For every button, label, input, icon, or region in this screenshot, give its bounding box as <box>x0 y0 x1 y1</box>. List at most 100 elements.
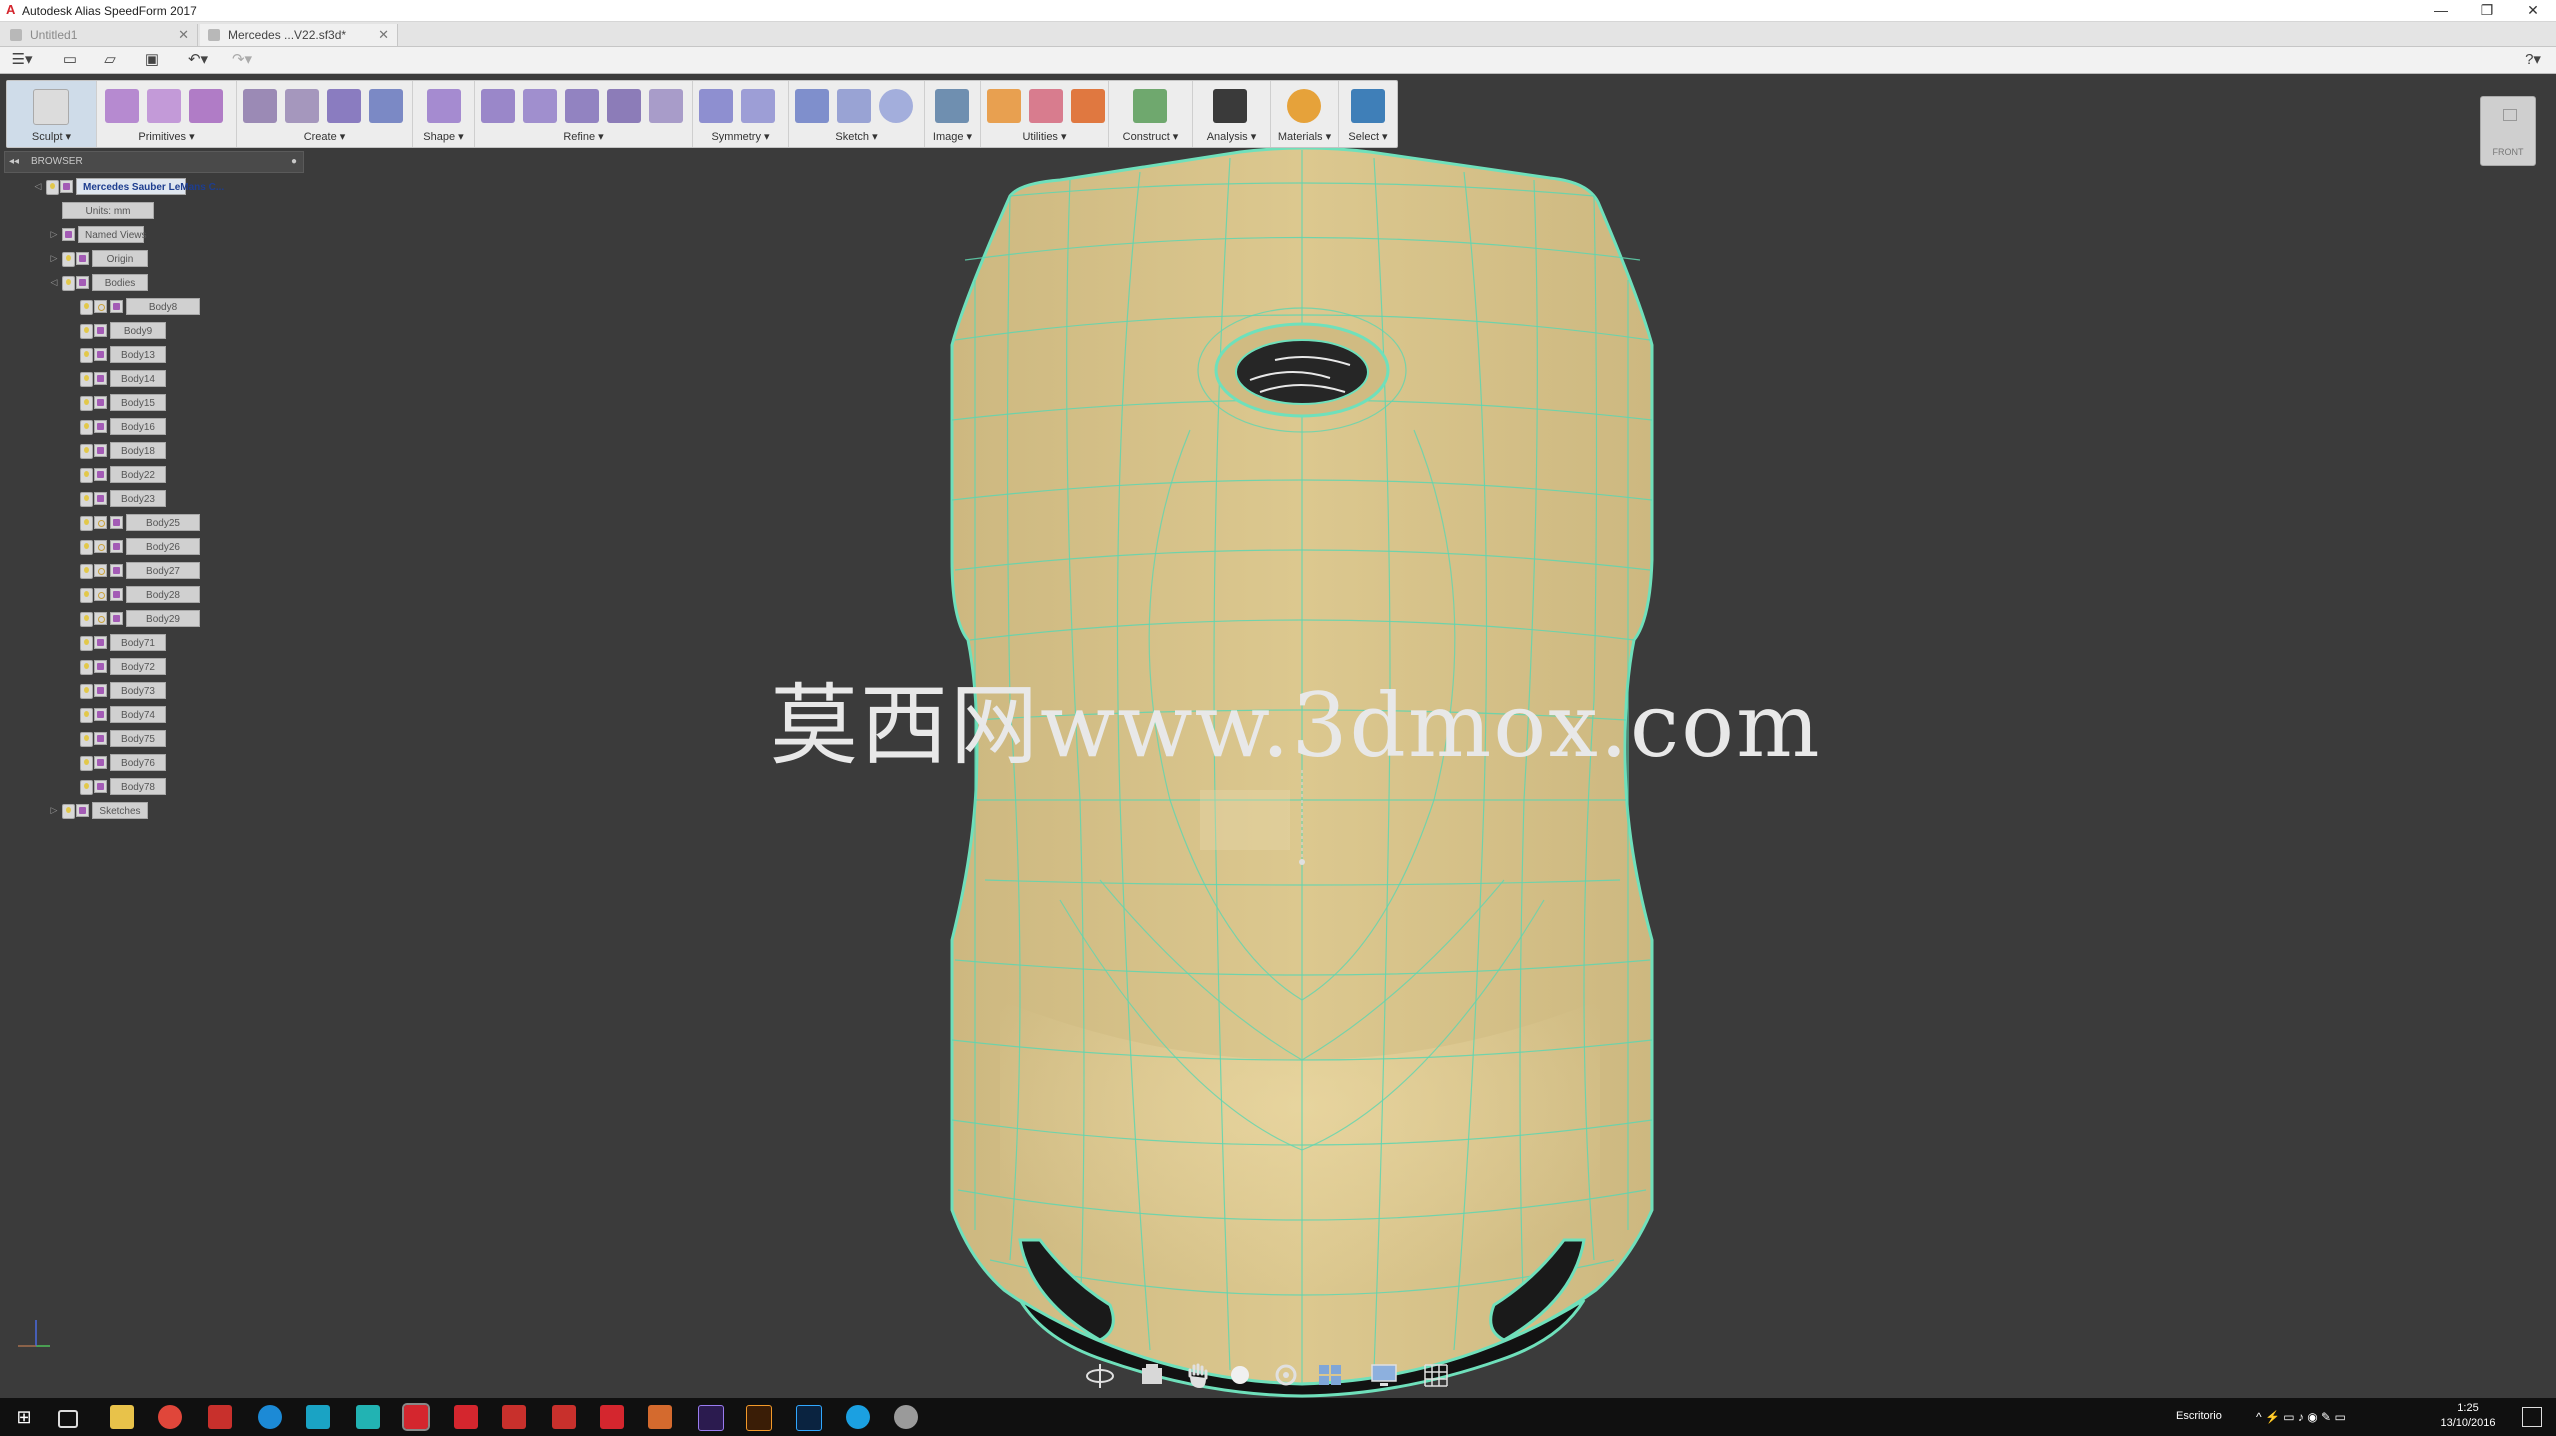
windows-start-icon[interactable]: ⊞ <box>12 1405 36 1429</box>
expand-toggle-icon[interactable]: ◁ <box>32 178 44 195</box>
link-icon[interactable] <box>94 588 107 601</box>
insert-point-icon[interactable] <box>565 89 599 123</box>
torus-primitive-icon[interactable] <box>189 89 223 123</box>
file-explorer-icon[interactable] <box>110 1405 134 1429</box>
link-icon[interactable] <box>94 300 107 313</box>
extrude-icon[interactable] <box>285 89 319 123</box>
pan-hand-icon[interactable] <box>1182 1360 1214 1390</box>
create-face-icon[interactable] <box>243 89 277 123</box>
app-icon-1[interactable] <box>208 1405 232 1429</box>
fit-icon[interactable] <box>1270 1360 1302 1390</box>
shape-edit-icon[interactable] <box>427 89 461 123</box>
v-app-icon[interactable] <box>502 1405 526 1429</box>
pencil-app-icon[interactable] <box>648 1405 672 1429</box>
toolbar-group-primitives[interactable]: Primitives ▾ <box>97 81 237 147</box>
toolbar-group-image[interactable]: Image ▾ <box>925 81 981 147</box>
plane-primitive-icon[interactable] <box>147 89 181 123</box>
viewcube[interactable]: FRONT <box>2480 96 2536 166</box>
link-icon[interactable] <box>94 612 107 625</box>
tree-origin[interactable]: ▷ Origin <box>4 250 302 267</box>
visibility-bulb-icon[interactable] <box>62 804 75 819</box>
visibility-bulb-icon[interactable] <box>80 468 93 483</box>
grid-icon[interactable] <box>1420 1360 1452 1390</box>
visibility-bulb-icon[interactable] <box>80 444 93 459</box>
toolbar-group-materials[interactable]: Materials ▾ <box>1271 81 1339 147</box>
restore-button[interactable]: ❐ <box>2464 0 2510 21</box>
mirror-duplicate-icon[interactable] <box>741 89 775 123</box>
tree-body-item[interactable]: Body22 <box>4 466 302 483</box>
redo-icon[interactable]: ↷▾ <box>224 50 260 70</box>
mirror-internal-icon[interactable] <box>699 89 733 123</box>
orbit-icon[interactable] <box>1084 1360 1116 1390</box>
tree-body-item[interactable]: Body13 <box>4 346 302 363</box>
tree-body-item[interactable]: Body25 <box>4 514 302 531</box>
tree-body-item[interactable]: Body75 <box>4 730 302 747</box>
tree-body-item[interactable]: Body74 <box>4 706 302 723</box>
app-icon-5[interactable] <box>894 1405 918 1429</box>
visibility-bulb-icon[interactable] <box>80 396 93 411</box>
create-form-icon[interactable] <box>327 89 361 123</box>
insert-edge-icon[interactable] <box>481 89 515 123</box>
toolbar-group-sketch[interactable]: Sketch ▾ <box>789 81 925 147</box>
save-icon[interactable]: ▣ <box>140 50 164 70</box>
browser-pin-icon[interactable]: ● <box>291 152 297 172</box>
skype-icon[interactable] <box>846 1405 870 1429</box>
spline-sketch-icon[interactable] <box>837 89 871 123</box>
menu-icon[interactable]: ☰▾ <box>8 50 36 70</box>
new-file-icon[interactable]: ▭ <box>58 50 82 70</box>
viewcube-face-label[interactable]: FRONT <box>2481 147 2535 157</box>
visibility-bulb-icon[interactable] <box>80 612 93 627</box>
convert-icon[interactable] <box>1029 89 1063 123</box>
close-button[interactable]: ✕ <box>2510 0 2556 21</box>
visibility-bulb-icon[interactable] <box>80 348 93 363</box>
tree-body-item[interactable]: Body28 <box>4 586 302 603</box>
visibility-bulb-icon[interactable] <box>80 660 93 675</box>
clock[interactable]: 1:25 13/10/2016 <box>2428 1401 2508 1431</box>
app-icon-3[interactable] <box>306 1405 330 1429</box>
tree-body-item[interactable]: Body23 <box>4 490 302 507</box>
visibility-bulb-icon[interactable] <box>80 540 93 555</box>
utility-tool-icon[interactable] <box>1071 89 1105 123</box>
minimize-button[interactable]: — <box>2418 0 2464 21</box>
tree-body-item[interactable]: Body9 <box>4 322 302 339</box>
chrome-icon[interactable] <box>158 1405 182 1429</box>
toolbar-group-sculpt[interactable]: Sculpt ▾ <box>7 81 97 147</box>
collapse-browser-icon[interactable]: ◂◂ <box>9 152 19 172</box>
visibility-bulb-icon[interactable] <box>80 324 93 339</box>
premiere-icon[interactable] <box>698 1405 724 1431</box>
notifications-icon[interactable] <box>2522 1407 2542 1427</box>
visibility-bulb-icon[interactable] <box>80 300 93 315</box>
link-icon[interactable] <box>94 516 107 529</box>
photoshop-icon[interactable] <box>796 1405 822 1431</box>
sculpt-mode-icon[interactable] <box>33 89 69 125</box>
box-primitive-icon[interactable] <box>105 89 139 123</box>
task-view-icon[interactable] <box>58 1410 78 1428</box>
tab-untitled1[interactable]: Untitled1 ✕ <box>2 24 198 46</box>
toolbar-group-construct[interactable]: Construct ▾ <box>1109 81 1193 147</box>
tree-body-item[interactable]: Body76 <box>4 754 302 771</box>
autodesk-alias-icon[interactable] <box>402 1403 430 1431</box>
zebra-analysis-icon[interactable] <box>1213 89 1247 123</box>
multi-view-icon[interactable] <box>1314 1360 1346 1390</box>
visibility-bulb-icon[interactable] <box>80 732 93 747</box>
visibility-bulb-icon[interactable] <box>80 780 93 795</box>
home-icon[interactable] <box>2503 109 2517 121</box>
visibility-bulb-icon[interactable] <box>80 420 93 435</box>
line-sketch-icon[interactable] <box>795 89 829 123</box>
tree-body-item[interactable]: Body78 <box>4 778 302 795</box>
canvas-image-icon[interactable] <box>935 89 969 123</box>
materials-sphere-icon[interactable] <box>1287 89 1321 123</box>
look-at-icon[interactable] <box>1136 1360 1168 1390</box>
link-icon[interactable] <box>94 540 107 553</box>
tree-body-item[interactable]: Body14 <box>4 370 302 387</box>
visibility-bulb-icon[interactable] <box>80 492 93 507</box>
toolbar-group-symmetry[interactable]: Symmetry ▾ <box>693 81 789 147</box>
toolbar-group-analysis[interactable]: Analysis ▾ <box>1193 81 1271 147</box>
expand-toggle-icon[interactable]: ▷ <box>48 226 60 243</box>
expand-toggle-icon[interactable]: ▷ <box>48 250 60 267</box>
merge-edge-icon[interactable] <box>607 89 641 123</box>
tree-body-item[interactable]: Body71 <box>4 634 302 651</box>
display-settings-icon[interactable] <box>1368 1360 1400 1390</box>
toolbar-group-shape[interactable]: Shape ▾ <box>413 81 475 147</box>
visibility-bulb-icon[interactable] <box>80 636 93 651</box>
